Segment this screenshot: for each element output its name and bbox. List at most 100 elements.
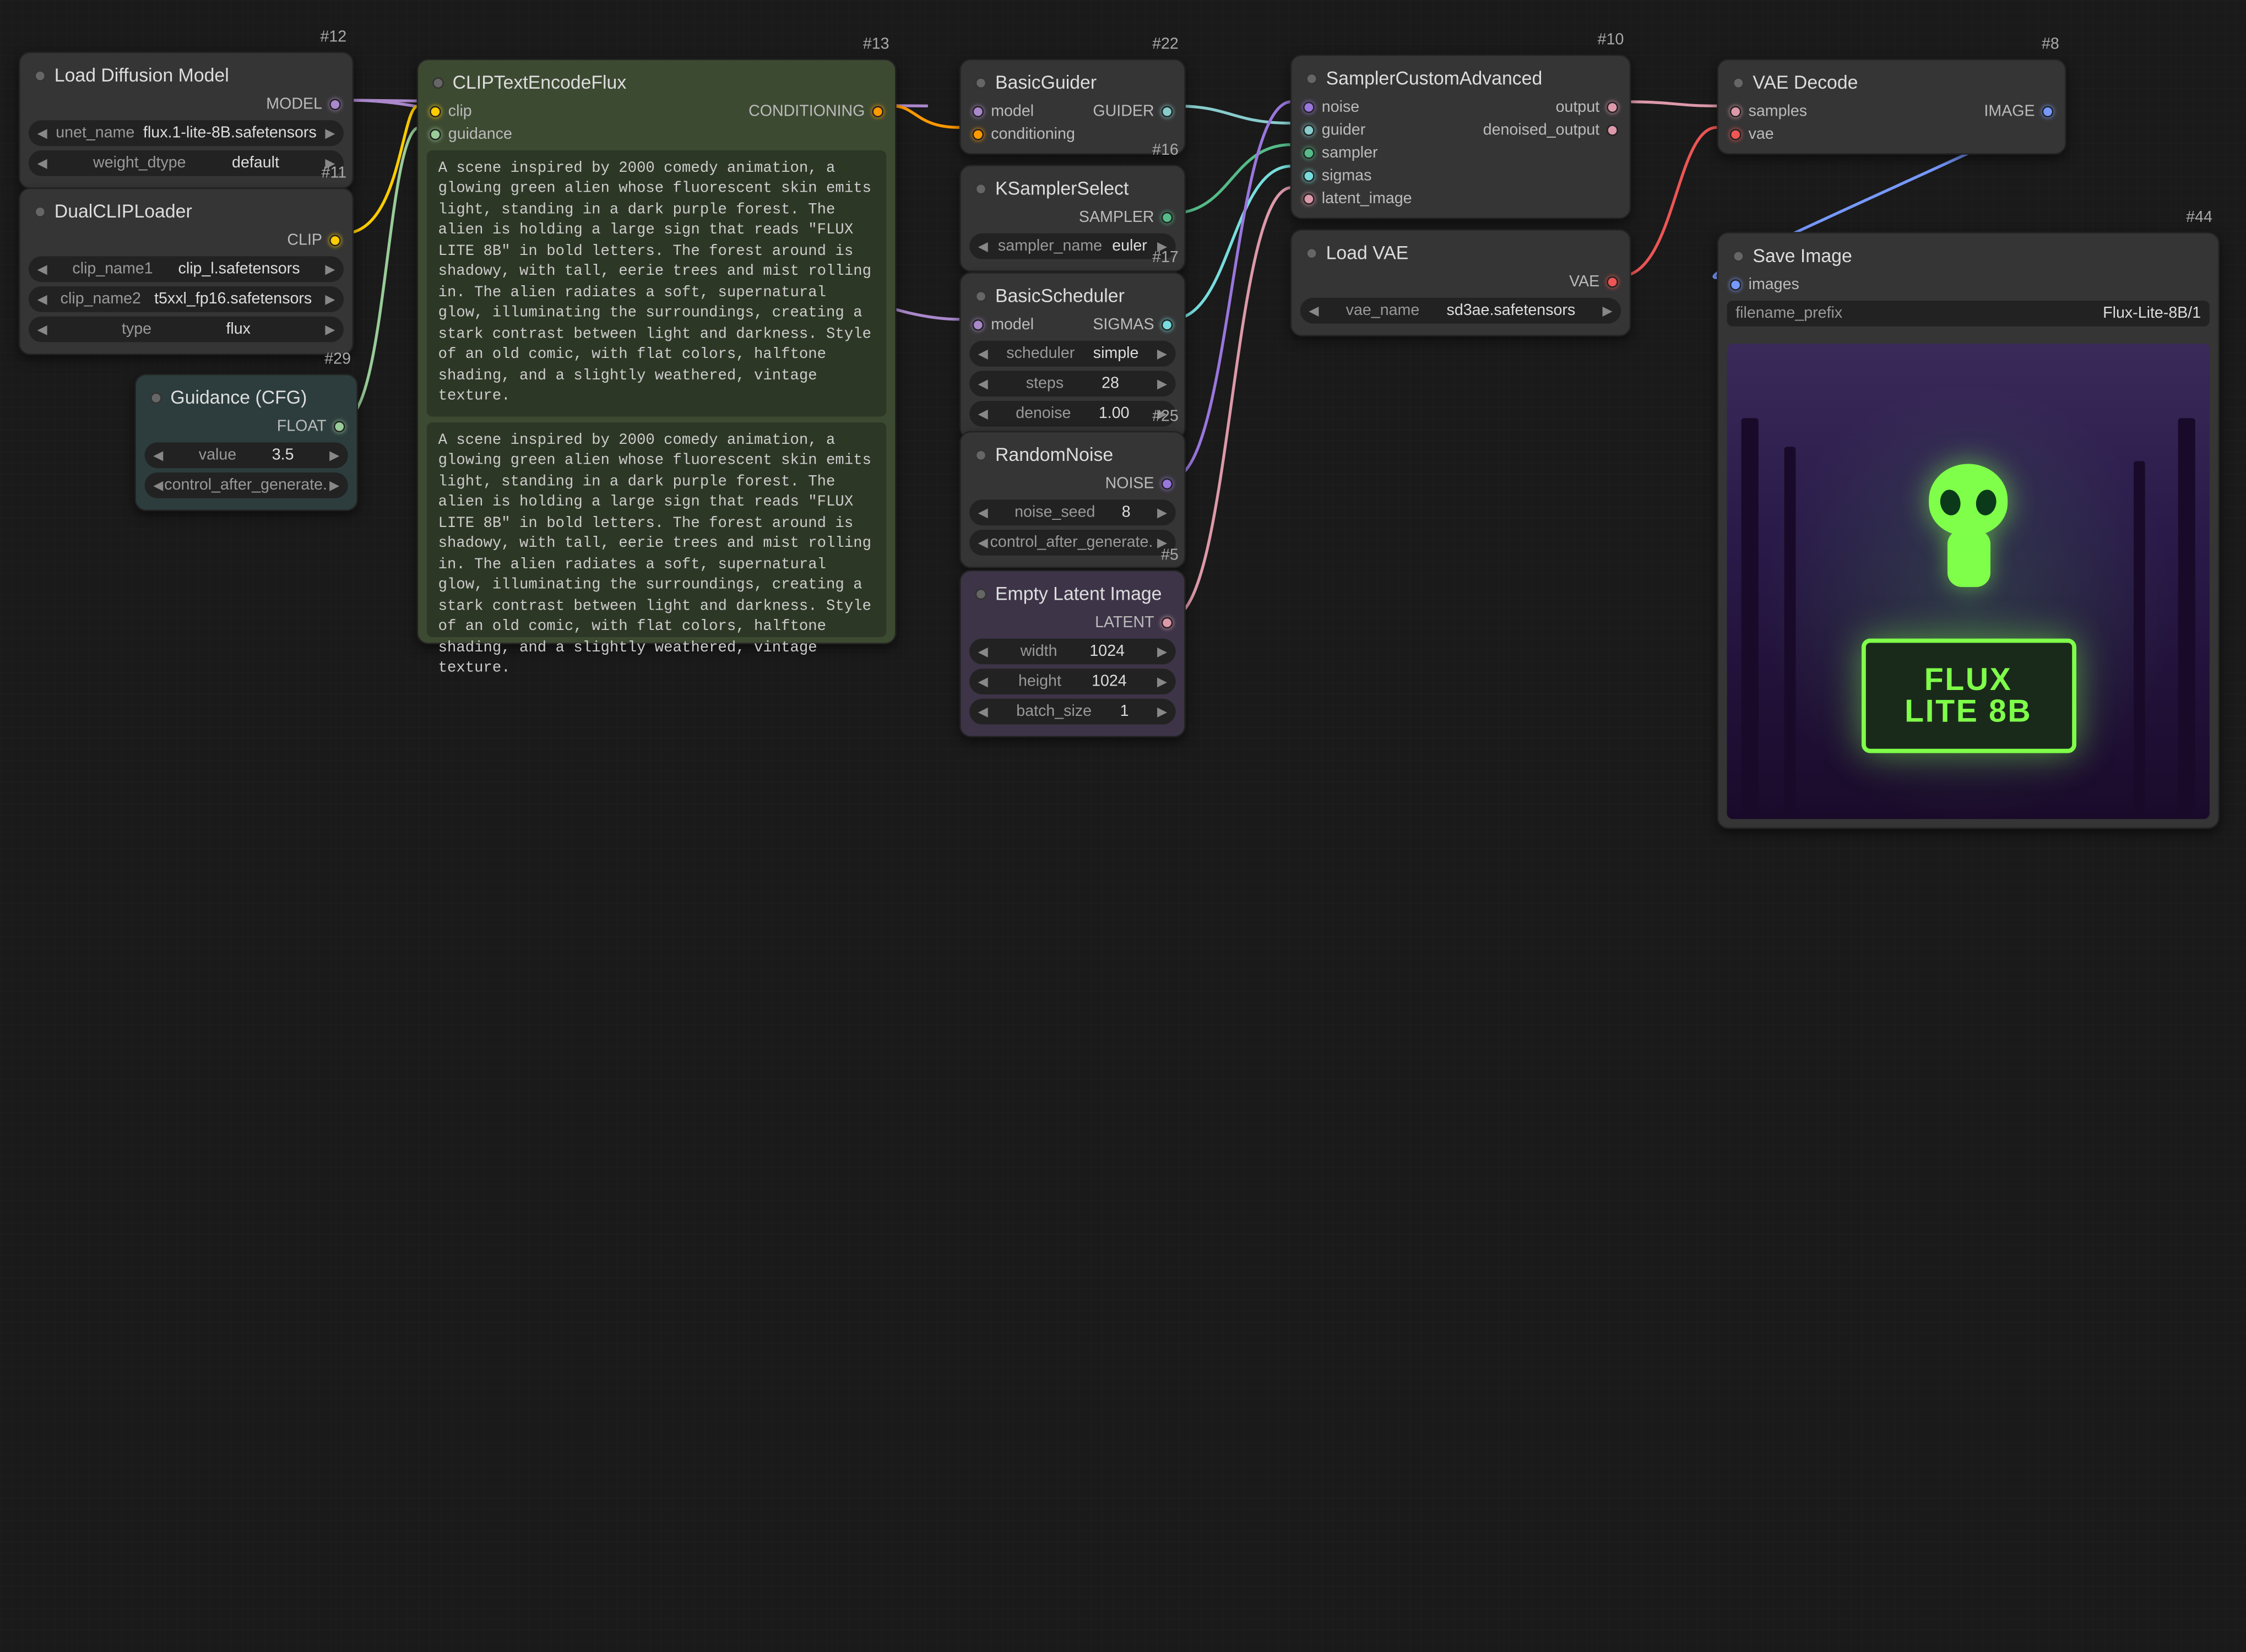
- node-basic-guider[interactable]: #22 BasicGuider model conditioning GUIDE…: [959, 59, 1186, 155]
- node-title[interactable]: Empty Latent Image: [961, 571, 1185, 612]
- chevron-left-icon[interactable]: ◀: [978, 673, 988, 689]
- prompt-textarea-2[interactable]: A scene inspired by 2000 comedy animatio…: [427, 422, 887, 637]
- widget-weight-dtype[interactable]: ◀weight_dtypedefault▶: [29, 150, 344, 176]
- widget-noise-seed[interactable]: ◀noise_seed8▶: [969, 499, 1175, 525]
- chevron-left-icon[interactable]: ◀: [37, 322, 47, 338]
- port-icon[interactable]: [329, 235, 341, 246]
- node-empty-latent-image[interactable]: #5 Empty Latent Image LATENT ◀width1024▶…: [959, 570, 1186, 737]
- chevron-right-icon[interactable]: ▶: [325, 322, 335, 338]
- node-title[interactable]: KSamplerSelect: [961, 166, 1185, 208]
- port-icon[interactable]: [1303, 124, 1315, 136]
- widget-clip-name1[interactable]: ◀clip_name1clip_l.safetensors▶: [29, 256, 344, 282]
- port-icon[interactable]: [1162, 106, 1173, 117]
- node-random-noise[interactable]: #25 RandomNoise NOISE ◀noise_seed8▶ ◀con…: [959, 431, 1186, 569]
- port-icon[interactable]: [1730, 129, 1742, 140]
- widget-filename-prefix[interactable]: filename_prefixFlux-Lite-8B/1: [1727, 301, 2210, 327]
- node-title[interactable]: Guidance (CFG): [136, 375, 356, 416]
- collapse-icon[interactable]: [975, 183, 987, 194]
- output-output[interactable]: output: [1483, 97, 1618, 117]
- port-icon[interactable]: [1162, 212, 1173, 224]
- port-icon[interactable]: [1162, 319, 1173, 331]
- port-icon[interactable]: [1607, 124, 1618, 136]
- chevron-left-icon[interactable]: ◀: [978, 346, 988, 362]
- node-guidance-cfg[interactable]: #29 Guidance (CFG) FLOAT ◀value3.5▶ ◀con…: [134, 374, 358, 512]
- output-clip[interactable]: CLIP: [287, 231, 340, 251]
- collapse-icon[interactable]: [1306, 247, 1317, 258]
- node-title[interactable]: Load Diffusion Model: [20, 53, 352, 94]
- chevron-right-icon[interactable]: ▶: [325, 291, 335, 307]
- input-conditioning[interactable]: conditioning: [972, 124, 1075, 144]
- output-noise[interactable]: NOISE: [1105, 474, 1173, 494]
- output-image-preview[interactable]: FLUX LITE 8B: [1727, 344, 2210, 819]
- output-sigmas[interactable]: SIGMAS: [1093, 315, 1173, 335]
- output-sampler[interactable]: SAMPLER: [1079, 208, 1173, 227]
- widget-control-after-generate[interactable]: ◀control_after_generate.▶: [145, 472, 348, 498]
- output-conditioning[interactable]: CONDITIONING: [748, 102, 883, 122]
- chevron-left-icon[interactable]: ◀: [978, 644, 988, 660]
- chevron-right-icon[interactable]: ▶: [1157, 704, 1167, 720]
- collapse-icon[interactable]: [1733, 250, 1744, 262]
- chevron-left-icon[interactable]: ◀: [37, 125, 47, 141]
- widget-value[interactable]: ◀value3.5▶: [145, 442, 348, 468]
- chevron-left-icon[interactable]: ◀: [1309, 303, 1319, 319]
- collapse-icon[interactable]: [1733, 77, 1744, 88]
- port-icon[interactable]: [972, 319, 984, 331]
- chevron-right-icon[interactable]: ▶: [1157, 346, 1167, 362]
- collapse-icon[interactable]: [975, 588, 987, 599]
- output-latent[interactable]: LATENT: [1095, 613, 1173, 633]
- node-title[interactable]: Save Image: [1718, 233, 2218, 275]
- node-title[interactable]: VAE Decode: [1718, 60, 2065, 101]
- node-load-diffusion-model[interactable]: #12 Load Diffusion Model MODEL ◀unet_nam…: [19, 52, 354, 189]
- port-icon[interactable]: [1607, 102, 1618, 113]
- port-icon[interactable]: [430, 129, 441, 140]
- collapse-icon[interactable]: [150, 392, 162, 403]
- port-icon[interactable]: [872, 106, 883, 117]
- port-icon[interactable]: [1303, 193, 1315, 205]
- chevron-right-icon[interactable]: ▶: [325, 125, 335, 141]
- output-float[interactable]: FLOAT: [277, 417, 345, 437]
- chevron-left-icon[interactable]: ◀: [978, 406, 988, 422]
- collapse-icon[interactable]: [432, 77, 444, 88]
- output-guider[interactable]: GUIDER: [1093, 102, 1173, 122]
- port-icon[interactable]: [329, 99, 341, 110]
- input-model[interactable]: model: [972, 102, 1075, 122]
- collapse-icon[interactable]: [34, 205, 46, 217]
- widget-type[interactable]: ◀typeflux▶: [29, 317, 344, 343]
- node-title[interactable]: BasicScheduler: [961, 274, 1185, 315]
- chevron-right-icon[interactable]: ▶: [329, 448, 339, 464]
- chevron-left-icon[interactable]: ◀: [153, 477, 163, 493]
- node-title[interactable]: BasicGuider: [961, 60, 1185, 101]
- widget-batch-size[interactable]: ◀batch_size1▶: [969, 699, 1175, 725]
- output-model[interactable]: MODEL: [266, 95, 341, 115]
- input-sigmas[interactable]: sigmas: [1303, 166, 1412, 186]
- output-denoised[interactable]: denoised_output: [1483, 120, 1618, 140]
- port-icon[interactable]: [430, 106, 441, 117]
- node-clip-text-encode-flux[interactable]: #13 CLIPTextEncodeFlux clip guidance CON…: [417, 59, 897, 644]
- collapse-icon[interactable]: [34, 69, 46, 81]
- port-icon[interactable]: [2042, 106, 2054, 117]
- input-sampler[interactable]: sampler: [1303, 143, 1412, 163]
- widget-width[interactable]: ◀width1024▶: [969, 639, 1175, 665]
- input-samples[interactable]: samples: [1730, 102, 1807, 122]
- input-clip[interactable]: clip: [430, 102, 512, 122]
- port-icon[interactable]: [1730, 106, 1742, 117]
- collapse-icon[interactable]: [975, 77, 987, 88]
- port-icon[interactable]: [972, 106, 984, 117]
- chevron-left-icon[interactable]: ◀: [153, 448, 163, 464]
- output-image[interactable]: IMAGE: [1984, 102, 2053, 122]
- chevron-right-icon[interactable]: ▶: [1157, 673, 1167, 689]
- widget-scheduler[interactable]: ◀schedulersimple▶: [969, 341, 1175, 367]
- port-icon[interactable]: [1303, 148, 1315, 159]
- chevron-right-icon[interactable]: ▶: [1603, 303, 1613, 319]
- port-icon[interactable]: [1303, 102, 1315, 113]
- port-icon[interactable]: [1162, 478, 1173, 490]
- node-title[interactable]: SamplerCustomAdvanced: [1292, 56, 1630, 97]
- widget-denoise[interactable]: ◀denoise1.00▶: [969, 401, 1175, 427]
- node-title[interactable]: DualCLIPLoader: [20, 189, 352, 230]
- node-title[interactable]: CLIPTextEncodeFlux: [418, 60, 895, 101]
- port-icon[interactable]: [1607, 276, 1618, 288]
- collapse-icon[interactable]: [975, 449, 987, 460]
- widget-control-after-generate[interactable]: ◀control_after_generate.▶: [969, 530, 1175, 556]
- input-guidance[interactable]: guidance: [430, 124, 512, 144]
- input-noise[interactable]: noise: [1303, 97, 1412, 117]
